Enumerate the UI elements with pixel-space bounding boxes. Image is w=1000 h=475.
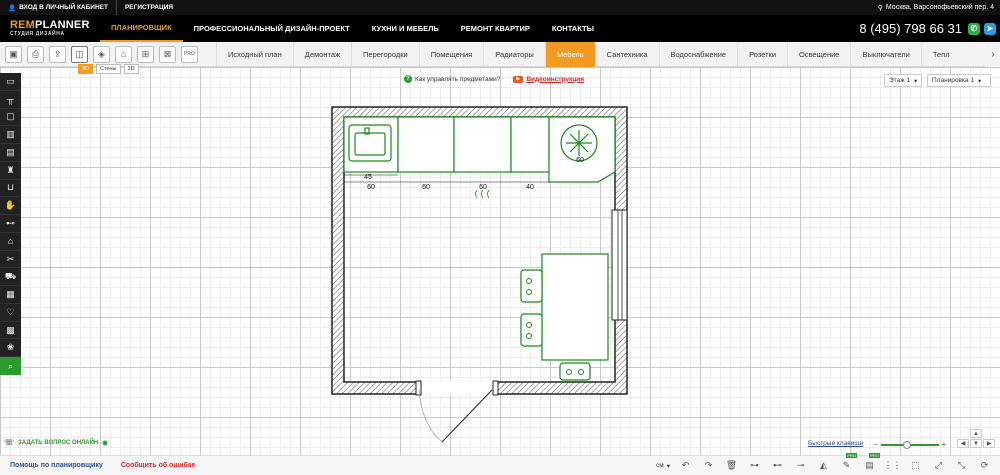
chevron-down-icon: ▾ (666, 462, 670, 470)
pan-right-icon[interactable]: ▶ (983, 439, 995, 448)
extractor-marks (475, 189, 490, 199)
grid-icon[interactable]: ⋮⋮ (884, 459, 902, 473)
zoom-out-icon[interactable]: − (873, 440, 878, 449)
dim-label: 60 (367, 184, 375, 191)
dining-table[interactable] (520, 253, 609, 381)
toggle-furniture-icon[interactable]: ⊸ (793, 459, 808, 473)
undo-icon[interactable]: ↶ (678, 459, 693, 473)
hotkeys-link[interactable]: Быстрые клавиши (808, 440, 863, 447)
toggle-labels-icon[interactable]: ⊷ (770, 459, 785, 473)
pan-up-icon[interactable]: ▲ (970, 429, 982, 438)
delete-icon[interactable]: 🗑 (724, 459, 739, 473)
door-swing (418, 389, 443, 443)
fullscreen-icon[interactable]: ⤢ (931, 459, 946, 473)
dim-label: 40 (526, 184, 534, 191)
zoom-knob[interactable] (902, 440, 911, 449)
zoom-slider[interactable] (880, 440, 939, 449)
ask-question-online[interactable]: ☏ ЗАДАТЬ ВОПРОС ОНЛАЙН (4, 438, 109, 447)
fill-icon[interactable]: ◭ (816, 459, 831, 473)
pro-badge: PRO (846, 452, 857, 458)
zoom-control: − + (873, 440, 946, 449)
ask-label: ЗАДАТЬ ВОПРОС ОНЛАЙН (18, 439, 99, 446)
toggle-dimensions-icon[interactable]: ⊶ (747, 459, 762, 473)
redo-icon[interactable]: ↷ (701, 459, 716, 473)
window (611, 209, 628, 321)
pen-icon[interactable]: ✎ PRO (839, 452, 857, 473)
online-status-dot (102, 439, 109, 446)
floor-plan[interactable]: 45 60 60 60 40 60 120 70 (0, 0, 1000, 475)
door-opening (416, 381, 498, 395)
zoom-in-icon[interactable]: + (942, 440, 947, 449)
hob[interactable] (560, 124, 598, 162)
comment-icon[interactable]: ▤ PRO (862, 452, 880, 473)
door-leaf (441, 389, 493, 443)
refresh-icon[interactable]: ⟳ (977, 459, 992, 473)
unit-select[interactable]: см ▾ (656, 462, 670, 470)
dim-label: 60 (422, 184, 430, 191)
pro-badge: PRO (869, 452, 880, 458)
select-area-icon[interactable]: ⬚ (908, 459, 923, 473)
fit-icon[interactable]: ⤡ (954, 459, 969, 473)
pan-down-icon[interactable]: ▼ (970, 439, 982, 448)
report-error-link[interactable]: Сообщить об ошибке (121, 462, 196, 469)
planner-help-link[interactable]: Помощь по планировщику (10, 462, 103, 469)
unit-select-value: см (656, 462, 664, 469)
pan-arrows: ▲ ◀ ▼ ▶ (957, 429, 995, 448)
dim-label: 60 (479, 184, 487, 191)
dim-label: 60 (576, 157, 584, 164)
pan-left-icon[interactable]: ◀ (957, 439, 969, 448)
bottom-bar: Помощь по планировщику Сообщить об ошибк… (0, 452, 1000, 475)
chat-icon: ☏ (4, 438, 15, 447)
